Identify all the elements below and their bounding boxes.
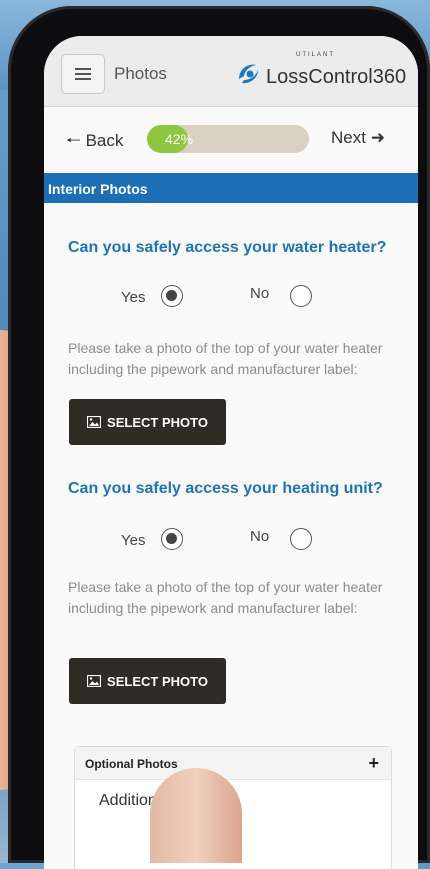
plus-icon[interactable]: +: [368, 753, 379, 774]
optional-photos-header[interactable]: Optional Photos +: [75, 747, 391, 780]
phone-screen: Photos UTILANT LossControl360 🠐 Back 42%…: [44, 36, 418, 869]
back-button[interactable]: 🠐 Back: [66, 128, 123, 157]
app-header: Photos UTILANT LossControl360: [44, 36, 418, 107]
select-photo-label: SELECT PHOTO: [107, 673, 208, 689]
optional-photos-title: Optional Photos: [85, 757, 178, 771]
brand-small-text: UTILANT: [296, 52, 336, 58]
question-water-heater: Can you safely access your water heater?: [68, 239, 387, 256]
image-icon: [87, 416, 102, 428]
radio-group-heating-unit: Yes No: [44, 524, 418, 554]
menu-button[interactable]: [61, 54, 105, 94]
radio-group-water-heater: Yes No: [44, 281, 418, 311]
radio-no-water-heater[interactable]: [290, 285, 312, 307]
select-photo-button-water-heater[interactable]: SELECT PHOTO: [69, 399, 226, 445]
page-title: Photos: [114, 64, 167, 83]
select-photo-button-heating-unit[interactable]: SELECT PHOTO: [69, 658, 226, 704]
hint-water-heater: Please take a photo of the top of your w…: [68, 340, 383, 377]
progress-nav: 🠐 Back 42% Next ➜: [44, 116, 418, 160]
hamburger-icon: [75, 68, 91, 80]
thumb-overlay: [150, 768, 242, 863]
progress-bar: 42%: [147, 125, 309, 153]
brand-swirl-icon: [239, 64, 258, 83]
hint-heating-unit: Please take a photo of the top of your w…: [68, 579, 383, 616]
next-label: Next: [331, 128, 366, 147]
next-button[interactable]: Next ➜: [331, 128, 385, 148]
arrow-left-icon: 🠐: [66, 131, 81, 150]
brand-logo: UTILANT LossControl360: [234, 52, 407, 89]
section-header: Interior Photos: [44, 173, 418, 203]
phone-frame: Photos UTILANT LossControl360 🠐 Back 42%…: [8, 6, 430, 869]
radio-yes-heating-unit[interactable]: [161, 528, 183, 550]
yes-label: Yes: [121, 289, 146, 306]
image-icon: [87, 675, 102, 687]
brand-name: LossControl360: [266, 66, 407, 88]
no-label: No: [250, 285, 270, 302]
section-title: Interior Photos: [48, 181, 148, 197]
question-heating-unit: Can you safely access your heating unit?: [68, 480, 383, 497]
select-photo-label: SELECT PHOTO: [107, 414, 208, 430]
back-label: Back: [85, 131, 124, 150]
radio-yes-water-heater[interactable]: [161, 285, 183, 307]
no-label: No: [250, 528, 270, 545]
arrow-right-icon: ➜: [370, 128, 385, 147]
yes-label: Yes: [121, 532, 146, 549]
progress-text: 42%: [165, 131, 194, 147]
radio-no-heating-unit[interactable]: [290, 528, 312, 550]
